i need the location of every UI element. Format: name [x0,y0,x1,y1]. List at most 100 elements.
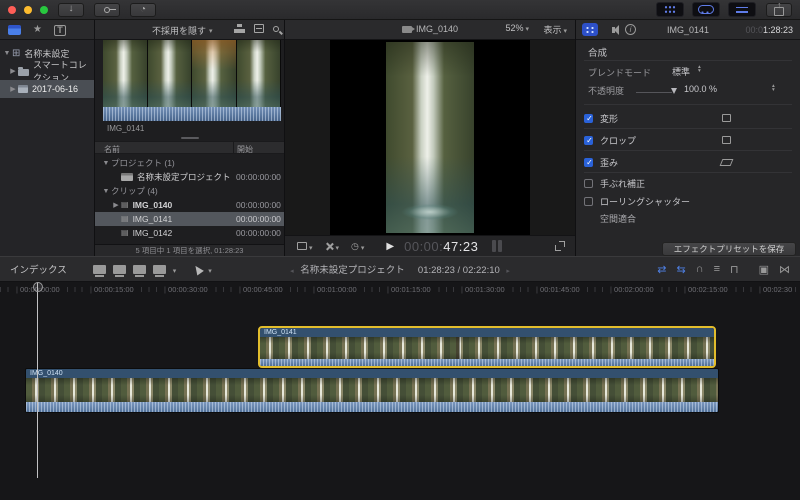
keyword-editor-button[interactable] [94,3,120,17]
column-divider[interactable] [233,142,234,153]
stepper-arrows-icon[interactable]: ▴▾ [772,84,775,92]
timeline[interactable]: 00:00:00:00 00:00:15:00 00:00:30:00 00:0… [0,282,800,500]
effect-row-rolling-shutter: ローリングシャッター [576,192,800,210]
row-label: IMG_0141 [133,214,173,224]
window-titlebar: ◔ [0,0,800,20]
row-label: IMG_0140 [133,200,173,210]
zoom-popup[interactable]: 52% [505,23,529,33]
stabilization-checkbox[interactable] [584,179,593,188]
opacity-slider-handle[interactable] [671,88,677,94]
filmstrip-frame[interactable] [103,40,148,107]
disclosure-closed-icon[interactable]: ▶ [8,85,18,93]
timeline-toggle-button[interactable] [692,2,720,17]
viewer-pane: IMG_0140 52% 表示 ◷ ▶ 00:00:47:23 [285,20,576,256]
view-popup[interactable]: 表示 [543,23,567,36]
pane-splitter-handle[interactable] [181,137,199,139]
save-effects-preset-button[interactable]: エフェクトプリセットを保存 [662,242,796,256]
disclosure-open-icon[interactable]: ▼ [101,188,111,195]
audio-meters[interactable] [492,240,502,252]
popup-arrows-icon: ▴▾ [698,65,701,73]
list-view-icon[interactable] [254,24,264,33]
transform-checkbox[interactable] [584,114,593,123]
sidebar-item-event[interactable]: ▶ 2017-06-16 [0,80,94,98]
opacity-slider-track[interactable] [636,92,672,93]
timeline-ruler[interactable]: 00:00:00:00 00:00:15:00 00:00:30:00 00:0… [0,282,800,296]
audio-waveform[interactable] [103,107,281,121]
effect-label: 手ぶれ補正 [600,177,645,190]
key-icon [104,7,110,13]
filmstrip-seam [456,337,460,359]
row-start-time: 00:00:00:00 [236,228,282,238]
next-project-icon[interactable]: ▸ [502,268,509,275]
filter-popup[interactable]: 不採用を隠す [152,23,213,37]
column-name[interactable]: 名前 [104,144,120,155]
viewer-title: IMG_0140 [285,24,575,34]
effect-row-distort: 歪み [576,152,800,172]
clips-library-icon[interactable] [8,25,21,35]
retime-popup[interactable]: ◷ [351,237,364,255]
minimize-button[interactable] [24,6,32,14]
browser-clip-row[interactable]: ▶ ▤ IMG_0140 00:00:00:00 [95,198,284,212]
chevron-down-icon [563,25,567,35]
crop-checkbox[interactable] [584,136,593,145]
fullscreen-button[interactable] [40,6,48,14]
timeline-clip-connected-selected[interactable]: IMG_0141 [258,326,716,368]
crop-icon[interactable] [722,136,731,144]
browser-toggle-button[interactable] [656,2,684,17]
previous-project-icon[interactable]: ◂ [290,268,297,275]
libraries-sidebar: ★ T ▼ ⊞ 名称未設定 ▶ スマートコレクション ▶ 2017-06-16 [0,20,95,256]
disclosure-open-icon[interactable]: ▼ [101,160,111,167]
clip-appearance-icon[interactable] [234,24,245,33]
fullscreen-icon[interactable] [555,241,565,251]
view-options-icon [297,242,307,250]
inspector-toggle-button[interactable] [728,2,756,17]
opacity-value[interactable]: 100.0 % [684,84,717,94]
filmstrip-frame[interactable] [237,40,282,107]
share-button[interactable] [766,3,792,17]
ruler-label: 00:02:30 [757,285,794,294]
close-button[interactable] [8,6,16,14]
clip-icon: ▤ [121,201,129,209]
disclosure-closed-icon[interactable]: ▶ [8,67,18,75]
photos-audio-icon[interactable]: ★ [33,25,42,35]
disclosure-closed-icon[interactable]: ▶ [111,201,121,209]
distort-icon[interactable] [720,159,734,166]
project-name[interactable]: 名称未設定プロジェクト [300,265,405,276]
disclosure-open-icon[interactable]: ▼ [2,50,12,57]
clip-filmstrip[interactable] [103,40,281,107]
rolling-shutter-checkbox[interactable] [584,197,593,206]
filmstrip-frame[interactable] [148,40,193,107]
enhancements-popup[interactable] [325,237,340,255]
browser-project-row[interactable]: 名称未設定プロジェクト 00:00:00:00 [95,170,284,184]
effect-label: クロップ [600,134,636,147]
background-tasks-button[interactable]: ◔ [130,3,156,17]
view-options-popup[interactable] [297,237,313,255]
transform-icon[interactable] [722,114,731,122]
ruler-label: 00:02:00:00 [608,285,656,294]
column-start[interactable]: 開始 [237,144,253,155]
distort-checkbox[interactable] [584,158,593,167]
titles-generators-icon[interactable]: T [54,25,66,36]
zoom-level: 52% [505,23,523,33]
browser-clip-row[interactable]: ▤ IMG_0142 00:00:00:00 [95,226,284,240]
browser-group-row[interactable]: ▼ クリップ (4) [95,184,284,198]
timeline-toolbar: インデックス ◂ 名称未設定プロジェクト 01:28:23 / 02:22:10… [0,256,800,282]
opacity-label: 不透明度 [588,84,624,97]
camera-icon [402,26,412,33]
browser-clip-row-selected[interactable]: ▤ IMG_0141 00:00:00:00 [95,212,284,226]
blend-mode-popup[interactable]: 標準 [672,65,690,78]
clip-name: IMG_0140 [26,369,718,378]
viewer-timecode: 00:00:47:23 [404,239,478,254]
viewer-stage [285,40,575,235]
timeline-clip-primary[interactable]: IMG_0140 [25,368,719,413]
import-button[interactable] [58,3,84,17]
browser-group-row[interactable]: ▼ プロジェクト (1) [95,156,284,170]
share-icon [774,7,784,16]
clip-filmstrip [260,337,714,359]
search-icon[interactable] [273,26,279,32]
ruler-label: 00:00:15:00 [88,285,136,294]
filmstrip-frame[interactable] [192,40,237,107]
playhead[interactable] [37,282,38,478]
play-button[interactable]: ▶ [386,241,394,252]
sidebar-item-smart-collection[interactable]: ▶ スマートコレクション [0,62,94,80]
